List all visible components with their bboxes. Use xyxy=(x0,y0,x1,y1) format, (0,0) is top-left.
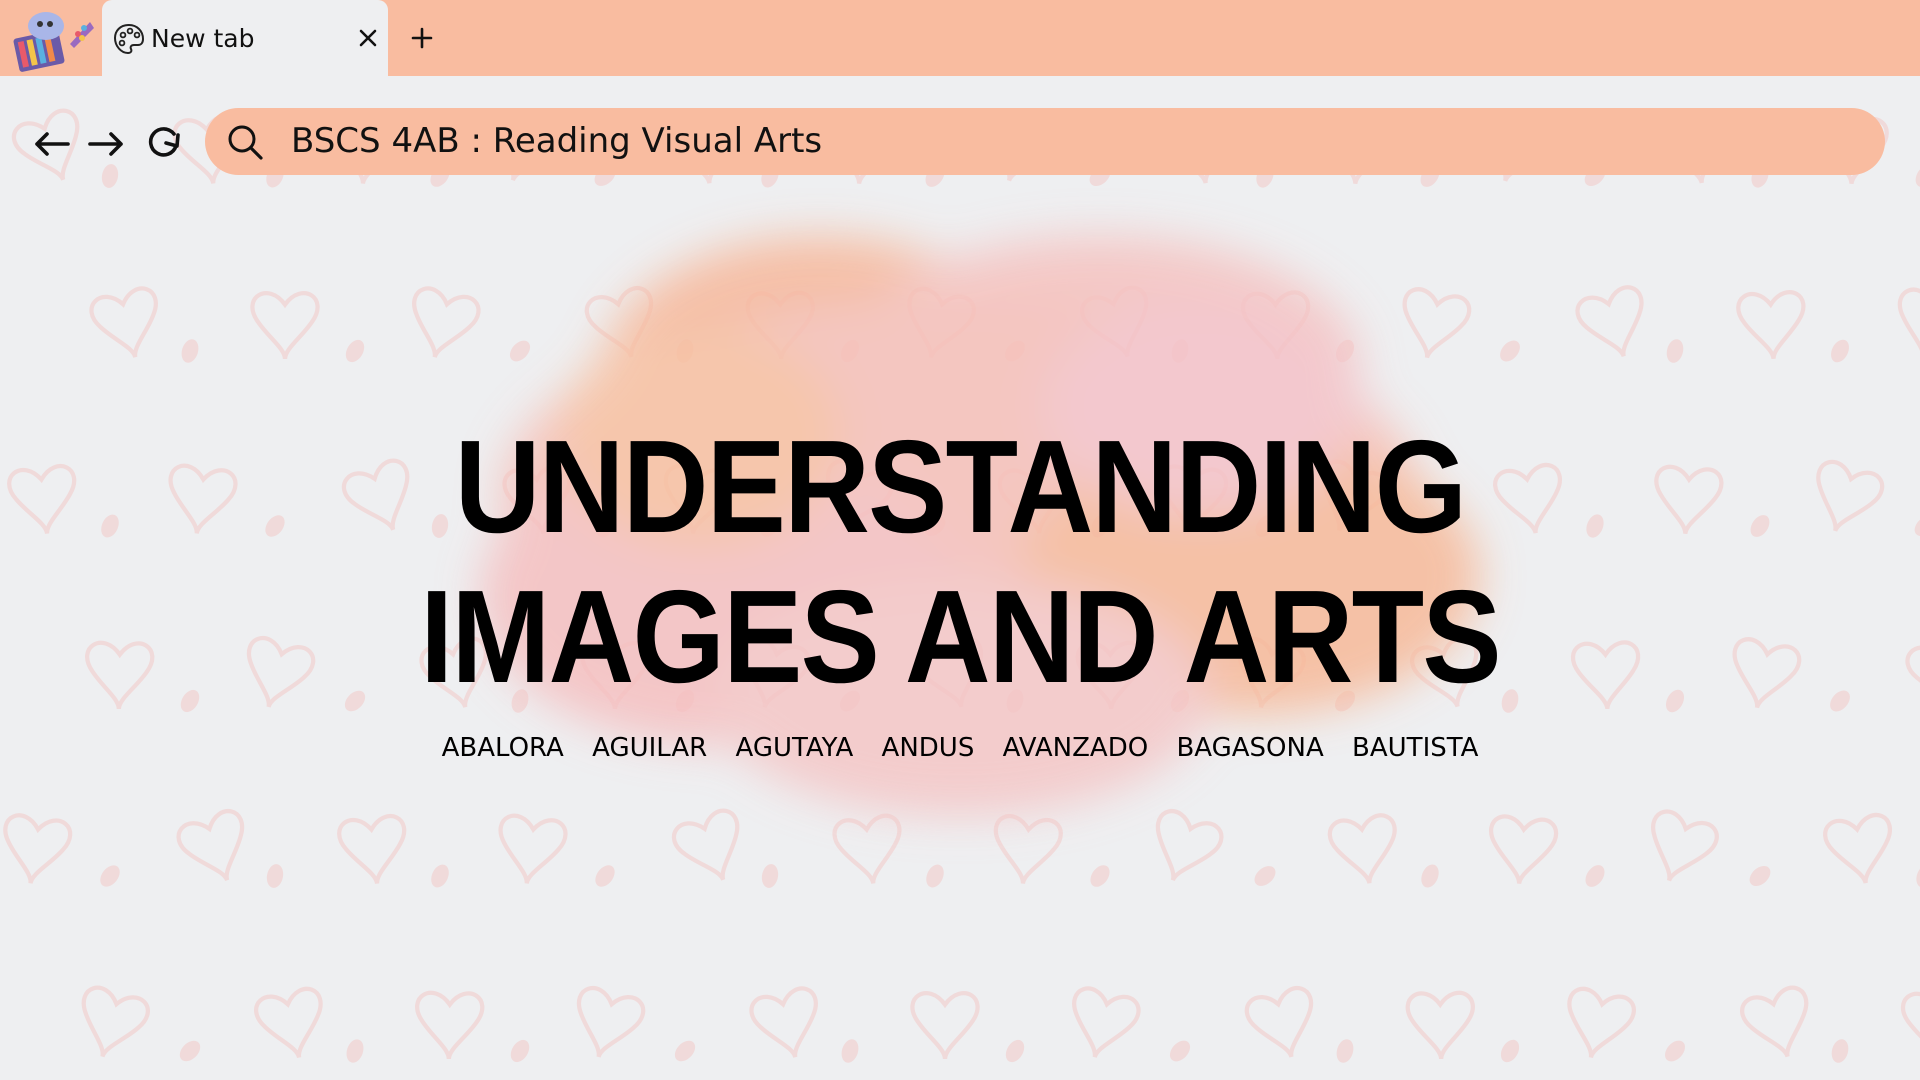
page-content: UNDERSTANDING IMAGES AND ARTS ABALORA AG… xyxy=(0,76,1920,1080)
close-icon[interactable] xyxy=(356,26,380,50)
slide-title-line-2: IMAGES AND ARTS xyxy=(420,563,1501,710)
reload-button[interactable] xyxy=(144,122,182,162)
author-name: ABALORA xyxy=(441,733,564,763)
back-button[interactable] xyxy=(32,124,72,164)
author-name: AGUILAR xyxy=(592,733,708,763)
arrow-right-icon xyxy=(88,132,123,156)
forward-button[interactable] xyxy=(86,124,126,164)
arrow-left-icon xyxy=(35,132,70,156)
author-name: ANDUS xyxy=(881,733,975,763)
address-input[interactable]: BSCS 4AB : Reading Visual Arts xyxy=(291,108,822,175)
address-bar[interactable]: BSCS 4AB : Reading Visual Arts xyxy=(205,108,1885,175)
author-name: BAUTISTA xyxy=(1352,733,1479,763)
author-name: BAGASONA xyxy=(1176,733,1324,763)
author-name: AVANZADO xyxy=(1002,733,1149,763)
art-supplies-logo-icon xyxy=(12,4,96,74)
reload-icon xyxy=(148,127,180,157)
plus-icon[interactable] xyxy=(408,24,436,52)
tab-title: New tab xyxy=(151,24,255,53)
slide-title: UNDERSTANDING IMAGES AND ARTS xyxy=(0,412,1920,712)
slide-title-line-1: UNDERSTANDING xyxy=(454,413,1467,560)
search-icon xyxy=(225,122,265,162)
palette-icon xyxy=(112,22,146,56)
author-name: AGUTAYA xyxy=(735,733,854,763)
author-names: ABALORA AGUILAR AGUTAYA ANDUS AVANZADO B… xyxy=(0,728,1920,768)
tab-new-tab[interactable]: New tab xyxy=(102,0,388,76)
tab-strip: New tab xyxy=(0,0,1920,76)
